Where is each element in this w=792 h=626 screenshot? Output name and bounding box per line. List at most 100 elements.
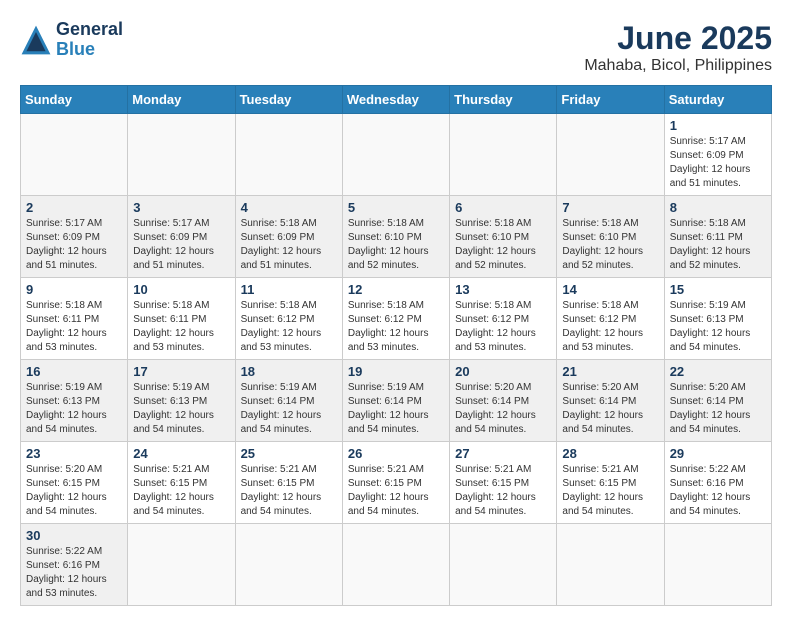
- header-monday: Monday: [128, 86, 235, 114]
- day-number: 10: [133, 282, 229, 297]
- calendar-subtitle: Mahaba, Bicol, Philippines: [584, 57, 772, 75]
- table-row: 16 Sunrise: 5:19 AM Sunset: 6:13 PM Dayli…: [21, 360, 128, 442]
- day-number: 28: [562, 446, 658, 461]
- day-info: Sunrise: 5:21 AM Sunset: 6:15 PM Dayligh…: [562, 463, 658, 519]
- logo: General Blue: [20, 20, 123, 60]
- logo-icon: [20, 24, 52, 56]
- table-row: 24Sunrise: 5:21 AM Sunset: 6:15 PM Dayli…: [128, 442, 235, 524]
- day-info: Sunrise: 5:18 AM Sunset: 6:11 PM Dayligh…: [26, 299, 122, 355]
- day-info: Sunrise: 5:18 AM Sunset: 6:11 PM Dayligh…: [133, 299, 229, 355]
- day-number: 1: [670, 118, 766, 133]
- day-number: 14: [562, 282, 658, 297]
- header-friday: Friday: [557, 86, 664, 114]
- calendar-header-row: Sunday Monday Tuesday Wednesday Thursday…: [21, 86, 772, 114]
- table-row: [235, 524, 342, 606]
- table-row: 7 Sunrise: 5:18 AM Sunset: 6:10 PM Daylig…: [557, 196, 664, 278]
- table-row: 15Sunrise: 5:19 AM Sunset: 6:13 PM Dayli…: [664, 278, 771, 360]
- table-row: 19 Sunrise: 5:19 AM Sunset: 6:14 PM Dayli…: [342, 360, 449, 442]
- calendar-week-row: 9 Sunrise: 5:18 AM Sunset: 6:11 PM Daylig…: [21, 278, 772, 360]
- day-number: 26: [348, 446, 444, 461]
- table-row: 14 Sunrise: 5:18 AM Sunset: 6:12 PM Dayli…: [557, 278, 664, 360]
- day-info: Sunrise: 5:18 AM Sunset: 6:09 PM Dayligh…: [241, 217, 337, 273]
- table-row: 12 Sunrise: 5:18 AM Sunset: 6:12 PM Dayli…: [342, 278, 449, 360]
- day-number: 27: [455, 446, 551, 461]
- header-wednesday: Wednesday: [342, 86, 449, 114]
- table-row: 4 Sunrise: 5:18 AM Sunset: 6:09 PM Daylig…: [235, 196, 342, 278]
- day-info: Sunrise: 5:18 AM Sunset: 6:12 PM Dayligh…: [562, 299, 658, 355]
- day-number: 7: [562, 200, 658, 215]
- table-row: 21Sunrise: 5:20 AM Sunset: 6:14 PM Dayli…: [557, 360, 664, 442]
- table-row: 17Sunrise: 5:19 AM Sunset: 6:13 PM Dayli…: [128, 360, 235, 442]
- day-number: 20: [455, 364, 551, 379]
- day-number: 19: [348, 364, 444, 379]
- day-number: 2: [26, 200, 122, 215]
- day-info: Sunrise: 5:21 AM Sunset: 6:15 PM Dayligh…: [241, 463, 337, 519]
- day-number: 3: [133, 200, 229, 215]
- day-number: 21: [562, 364, 658, 379]
- day-number: 11: [241, 282, 337, 297]
- calendar-week-row: 30Sunrise: 5:22 AM Sunset: 6:16 PM Dayli…: [21, 524, 772, 606]
- table-row: [664, 524, 771, 606]
- title-area: June 2025 Mahaba, Bicol, Philippines: [584, 20, 772, 75]
- table-row: 23 Sunrise: 5:20 AM Sunset: 6:15 PM Dayli…: [21, 442, 128, 524]
- day-number: 25: [241, 446, 337, 461]
- day-info: Sunrise: 5:18 AM Sunset: 6:10 PM Dayligh…: [348, 217, 444, 273]
- table-row: 22Sunrise: 5:20 AM Sunset: 6:14 PM Dayli…: [664, 360, 771, 442]
- day-info: Sunrise: 5:17 AM Sunset: 6:09 PM Dayligh…: [26, 217, 122, 273]
- day-info: Sunrise: 5:20 AM Sunset: 6:14 PM Dayligh…: [670, 381, 766, 437]
- page-header: General Blue June 2025 Mahaba, Bicol, Ph…: [20, 20, 772, 75]
- day-info: Sunrise: 5:21 AM Sunset: 6:15 PM Dayligh…: [455, 463, 551, 519]
- table-row: 5Sunrise: 5:18 AM Sunset: 6:10 PM Daylig…: [342, 196, 449, 278]
- day-info: Sunrise: 5:18 AM Sunset: 6:12 PM Dayligh…: [455, 299, 551, 355]
- table-row: [21, 114, 128, 196]
- day-number: 17: [133, 364, 229, 379]
- calendar-table: Sunday Monday Tuesday Wednesday Thursday…: [20, 85, 772, 606]
- day-info: Sunrise: 5:20 AM Sunset: 6:14 PM Dayligh…: [455, 381, 551, 437]
- day-info: Sunrise: 5:19 AM Sunset: 6:14 PM Dayligh…: [241, 381, 337, 437]
- header-tuesday: Tuesday: [235, 86, 342, 114]
- table-row: [557, 524, 664, 606]
- day-info: Sunrise: 5:17 AM Sunset: 6:09 PM Dayligh…: [133, 217, 229, 273]
- table-row: 29Sunrise: 5:22 AM Sunset: 6:16 PM Dayli…: [664, 442, 771, 524]
- calendar-week-row: 16 Sunrise: 5:19 AM Sunset: 6:13 PM Dayli…: [21, 360, 772, 442]
- day-info: Sunrise: 5:21 AM Sunset: 6:15 PM Dayligh…: [133, 463, 229, 519]
- table-row: 13 Sunrise: 5:18 AM Sunset: 6:12 PM Dayli…: [450, 278, 557, 360]
- table-row: 18Sunrise: 5:19 AM Sunset: 6:14 PM Dayli…: [235, 360, 342, 442]
- header-saturday: Saturday: [664, 86, 771, 114]
- table-row: 10 Sunrise: 5:18 AM Sunset: 6:11 PM Dayli…: [128, 278, 235, 360]
- header-sunday: Sunday: [21, 86, 128, 114]
- day-number: 23: [26, 446, 122, 461]
- table-row: 25 Sunrise: 5:21 AM Sunset: 6:15 PM Dayli…: [235, 442, 342, 524]
- day-number: 12: [348, 282, 444, 297]
- day-info: Sunrise: 5:22 AM Sunset: 6:16 PM Dayligh…: [670, 463, 766, 519]
- day-info: Sunrise: 5:20 AM Sunset: 6:15 PM Dayligh…: [26, 463, 122, 519]
- day-info: Sunrise: 5:19 AM Sunset: 6:14 PM Dayligh…: [348, 381, 444, 437]
- day-info: Sunrise: 5:18 AM Sunset: 6:12 PM Dayligh…: [348, 299, 444, 355]
- calendar-title: June 2025: [584, 20, 772, 57]
- day-number: 4: [241, 200, 337, 215]
- day-info: Sunrise: 5:18 AM Sunset: 6:10 PM Dayligh…: [455, 217, 551, 273]
- calendar-week-row: 23 Sunrise: 5:20 AM Sunset: 6:15 PM Dayli…: [21, 442, 772, 524]
- table-row: [128, 114, 235, 196]
- day-info: Sunrise: 5:18 AM Sunset: 6:12 PM Dayligh…: [241, 299, 337, 355]
- table-row: 1Sunrise: 5:17 AM Sunset: 6:09 PM Daylig…: [664, 114, 771, 196]
- day-info: Sunrise: 5:18 AM Sunset: 6:10 PM Dayligh…: [562, 217, 658, 273]
- day-info: Sunrise: 5:18 AM Sunset: 6:11 PM Dayligh…: [670, 217, 766, 273]
- header-thursday: Thursday: [450, 86, 557, 114]
- table-row: 3 Sunrise: 5:17 AM Sunset: 6:09 PM Daylig…: [128, 196, 235, 278]
- table-row: 9 Sunrise: 5:18 AM Sunset: 6:11 PM Daylig…: [21, 278, 128, 360]
- table-row: 20 Sunrise: 5:20 AM Sunset: 6:14 PM Dayli…: [450, 360, 557, 442]
- day-number: 16: [26, 364, 122, 379]
- logo-text: General Blue: [56, 20, 123, 60]
- calendar-week-row: 2 Sunrise: 5:17 AM Sunset: 6:09 PM Daylig…: [21, 196, 772, 278]
- table-row: [342, 114, 449, 196]
- table-row: [450, 114, 557, 196]
- day-number: 9: [26, 282, 122, 297]
- day-info: Sunrise: 5:19 AM Sunset: 6:13 PM Dayligh…: [26, 381, 122, 437]
- day-number: 8: [670, 200, 766, 215]
- table-row: [557, 114, 664, 196]
- day-number: 13: [455, 282, 551, 297]
- table-row: [450, 524, 557, 606]
- table-row: [342, 524, 449, 606]
- table-row: 11 Sunrise: 5:18 AM Sunset: 6:12 PM Dayli…: [235, 278, 342, 360]
